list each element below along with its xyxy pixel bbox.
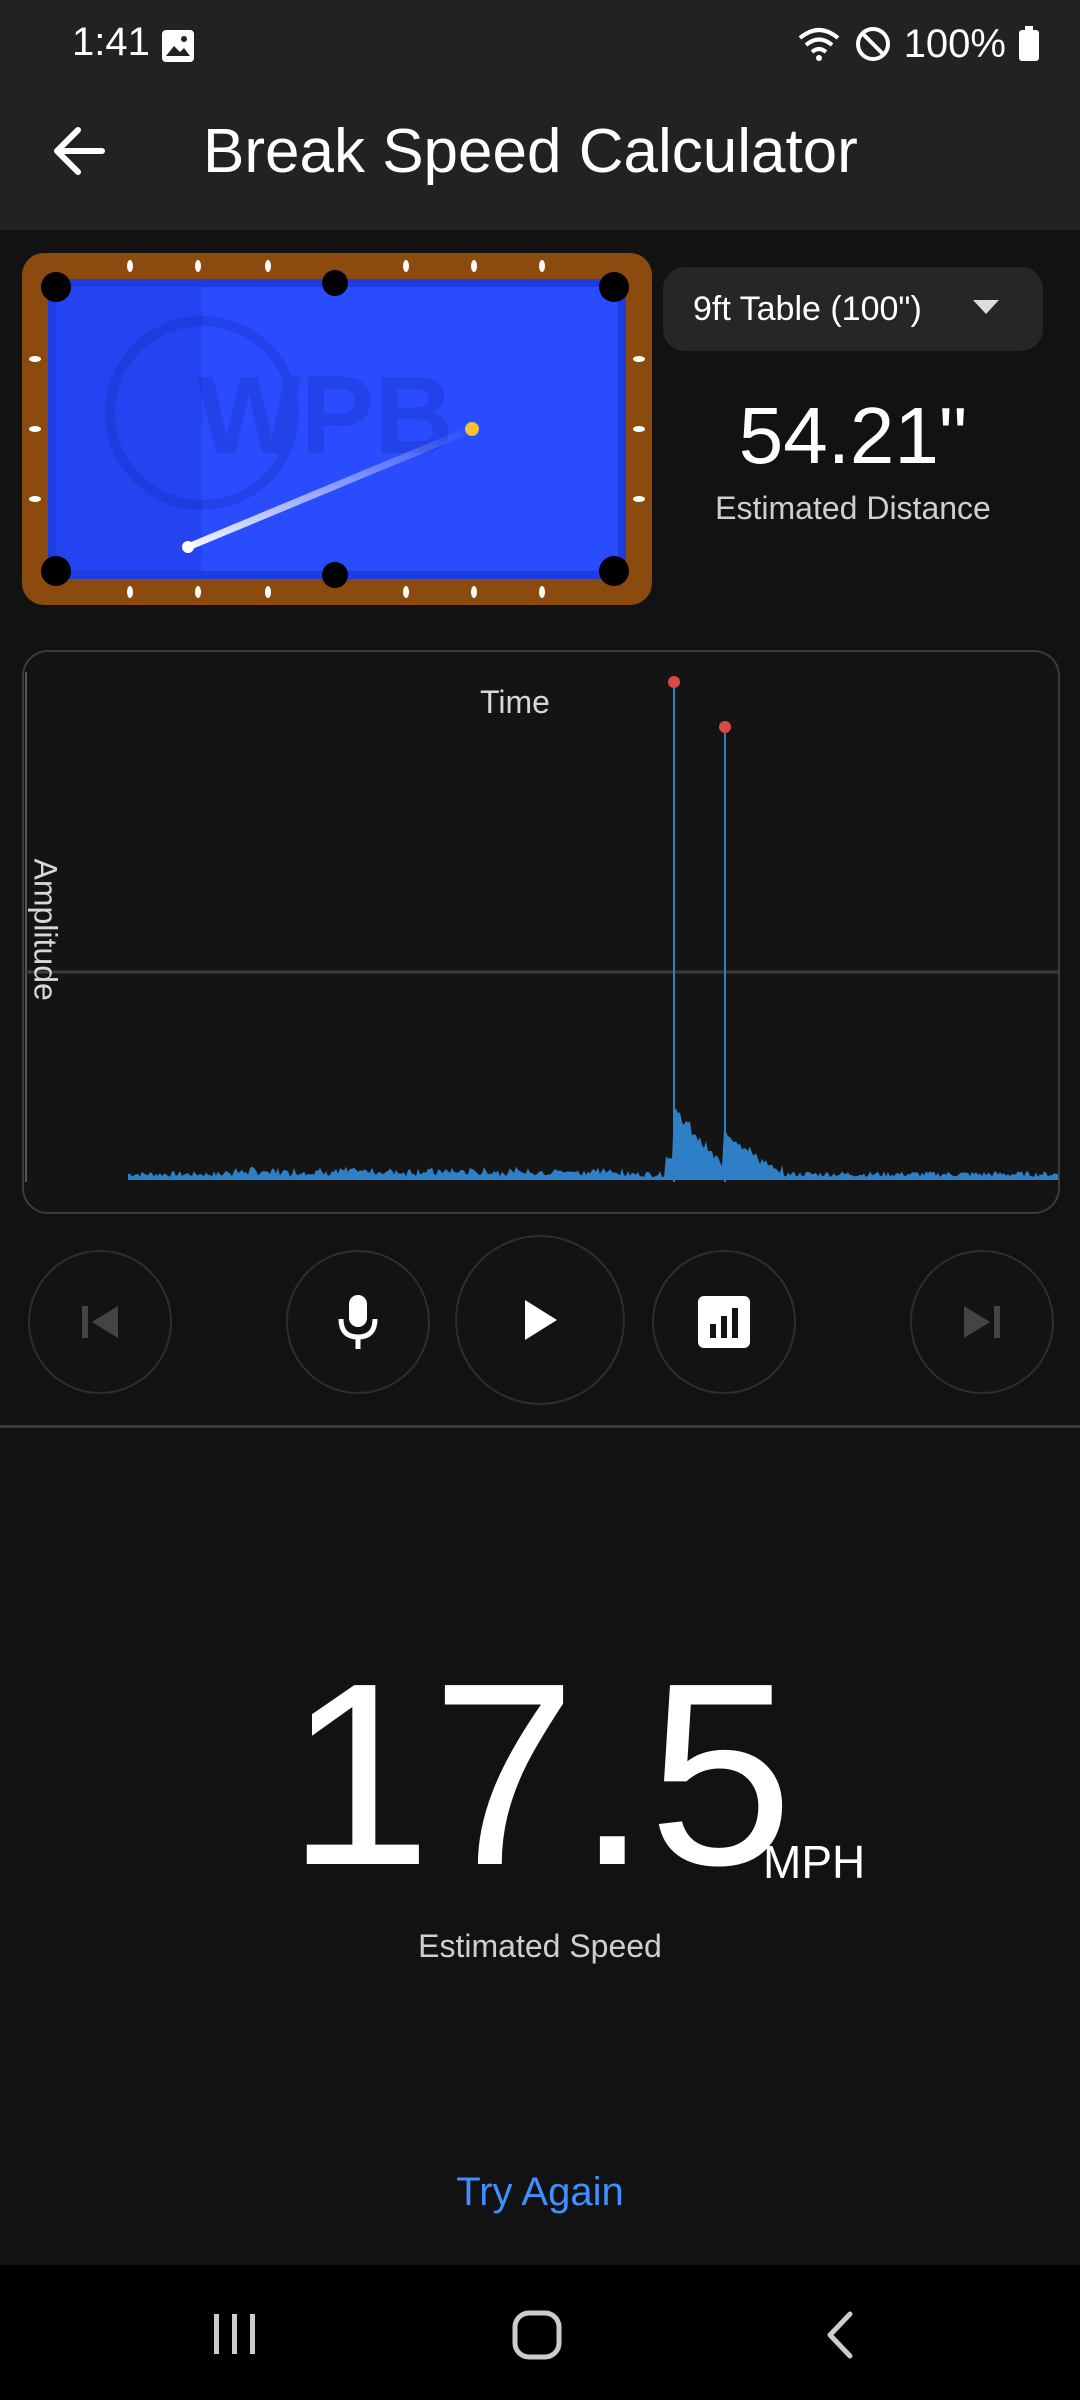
recent-apps-icon[interactable]: [210, 2310, 260, 2358]
battery-icon: [1019, 26, 1039, 61]
microphone-icon: [338, 1295, 378, 1349]
table-size-selected: 9ft Table (100"): [693, 289, 922, 328]
play-icon: [525, 1300, 557, 1340]
status-bar: 1:41 100%: [0, 0, 1080, 90]
second-peak-marker: [719, 721, 731, 733]
estimated-distance-label: Estimated Distance: [715, 490, 991, 526]
analyze-button[interactable]: [652, 1250, 796, 1394]
back-button[interactable]: [40, 112, 118, 190]
try-again-button[interactable]: Try Again: [390, 2170, 690, 2215]
battery-percentage: 100%: [903, 21, 1006, 66]
status-indicators: 100%: [796, 14, 1040, 74]
record-button[interactable]: [286, 1250, 430, 1394]
skip-previous-icon: [82, 1306, 118, 1338]
estimated-speed-label: Estimated Speed: [418, 1928, 662, 1964]
pool-table-diagram: WPB: [22, 253, 652, 605]
cue-ball: [182, 541, 194, 553]
arrow-back-icon: [54, 127, 105, 175]
chart-x-label: Time: [480, 684, 550, 720]
system-nav-bar: [0, 2265, 1080, 2400]
estimated-speed-value: 17.5: [286, 1630, 794, 1920]
waveform-trace: [128, 1108, 1058, 1180]
speed-unit: MPH: [763, 1836, 866, 1888]
dropdown-caret-icon: [973, 300, 999, 314]
skip-next-button[interactable]: [910, 1250, 1054, 1394]
status-time: 1:41: [72, 20, 150, 64]
chart-y-label: Amplitude: [27, 858, 64, 1001]
wifi-icon: [798, 28, 839, 61]
gallery-icon: [162, 30, 194, 62]
play-button[interactable]: [455, 1235, 625, 1405]
object-ball: [465, 422, 479, 436]
first-peak-marker: [668, 676, 680, 688]
skip-previous-button[interactable]: [28, 1250, 172, 1394]
waveform-plot: [25, 672, 1058, 1182]
do-not-disturb-icon: [855, 27, 890, 61]
estimated-distance-value: 54.21": [738, 391, 968, 480]
waveform-chart[interactable]: [22, 650, 1060, 1214]
svg-text:WPB: WPB: [197, 354, 454, 477]
section-divider: [0, 1425, 1080, 1428]
table-size-dropdown[interactable]: 9ft Table (100"): [663, 267, 1043, 351]
back-nav-icon[interactable]: [822, 2310, 858, 2360]
bar-chart-icon: [698, 1296, 750, 1348]
page-title: Break Speed Calculator: [203, 117, 858, 186]
skip-next-icon: [964, 1306, 1000, 1338]
app-bar: Break Speed Calculator: [0, 90, 1080, 230]
kitchen-area: [56, 287, 202, 571]
home-icon[interactable]: [510, 2310, 564, 2360]
